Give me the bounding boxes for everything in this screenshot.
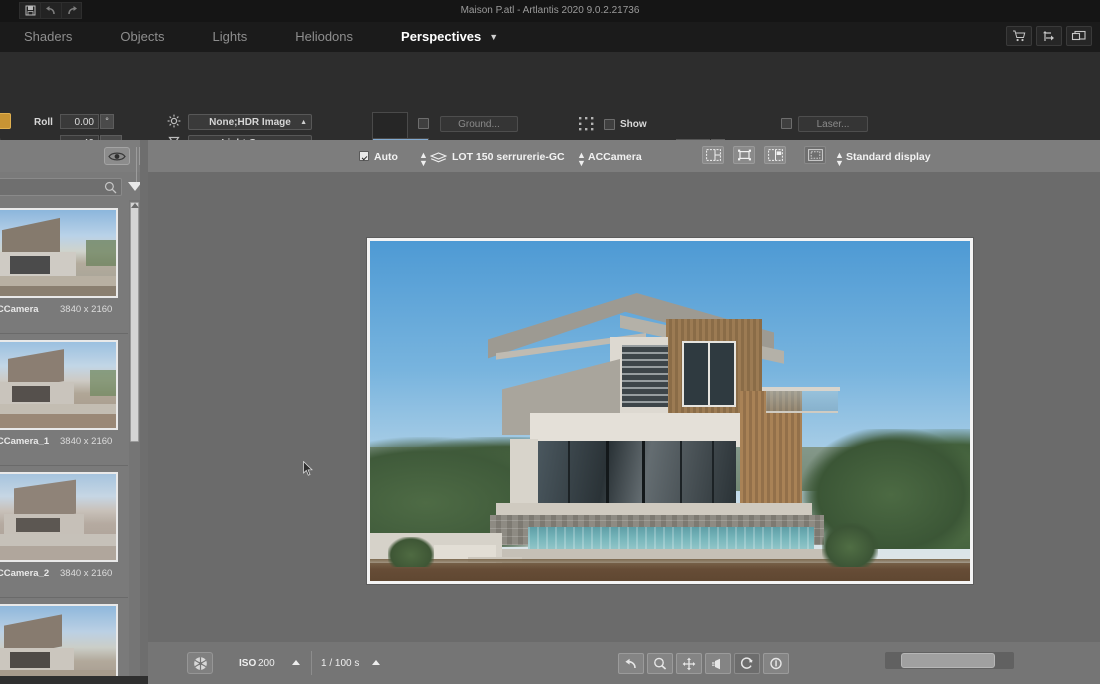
list-item[interactable]: ACCamera 3840 x 2160 xyxy=(0,202,128,334)
property-toolbar: Roll 0.00 ° l 40 mm ACCamera None;HDR Im… xyxy=(0,52,1100,187)
cart-icon[interactable] xyxy=(1006,26,1032,46)
list-item[interactable]: ACCamera_3 3840 x 2160 xyxy=(0,598,128,684)
list-item-resolution: 3840 x 2160 xyxy=(60,304,113,315)
list-item-resolution: 3840 x 2160 xyxy=(60,568,113,579)
half-view-icon[interactable] xyxy=(764,146,786,164)
perspective-thumbnail[interactable] xyxy=(0,472,118,562)
hdr-image-value: None;HDR Image xyxy=(209,117,291,128)
perspective-thumbnail[interactable] xyxy=(0,340,118,430)
menu-right-buttons xyxy=(1006,26,1092,46)
bottom-scrollbar-thumb[interactable] xyxy=(901,653,995,668)
list-item-label: ACCamera_1 xyxy=(0,436,50,447)
iso-label: ISO xyxy=(239,658,257,669)
display-stepper-icon[interactable]: ▲ ▼ xyxy=(835,151,844,168)
roll-label: Roll xyxy=(34,117,53,128)
title-bar-buttons xyxy=(19,2,82,19)
viewbar-camera-value[interactable]: ACCamera xyxy=(588,151,642,163)
menu-item-shaders[interactable]: Shaders xyxy=(10,22,110,52)
menu-item-heliodons[interactable]: Heliodons xyxy=(285,22,391,52)
menu-item-objects[interactable]: Objects xyxy=(110,22,202,52)
duplicate-window-icon[interactable] xyxy=(1066,26,1092,46)
layers-icon xyxy=(429,151,448,169)
sun-icon xyxy=(167,114,181,133)
undo-button[interactable] xyxy=(40,2,61,19)
background-color-swatch[interactable] xyxy=(372,112,408,140)
iso-increase-icon[interactable] xyxy=(292,660,300,665)
bottom-status-bar: ISO 200 1 / 100 s xyxy=(148,642,1100,684)
perspective-list[interactable]: ACCamera 3840 x 2160 ACCamera_1 3840 x 2… xyxy=(0,202,128,684)
shutter-increase-icon[interactable] xyxy=(372,660,380,665)
viewport-toolbar: Auto ▲ ▼ LOT 150 serrurerie-GC ▲ ▼ ACCamer… xyxy=(148,140,1100,172)
viewport-tool-group xyxy=(618,653,789,674)
safe-frame-icon[interactable] xyxy=(804,146,826,164)
laser-checkbox[interactable] xyxy=(781,118,792,129)
auto-label: Auto xyxy=(374,151,398,163)
split-view-icon[interactable] xyxy=(702,146,724,164)
ground-checkbox[interactable] xyxy=(418,118,429,129)
undo-tool-icon[interactable] xyxy=(618,653,644,674)
bottom-divider xyxy=(311,651,312,675)
window-title: Maison P.atl - Artlantis 2020 9.0.2.2173… xyxy=(460,5,640,16)
pan-tool-icon[interactable] xyxy=(676,653,702,674)
transfer-icon[interactable] xyxy=(1036,26,1062,46)
list-item[interactable]: ACCamera_2 3840 x 2160 xyxy=(0,466,128,598)
iso-value[interactable]: 200 xyxy=(258,658,275,669)
layer-stepper-icon[interactable]: ▲ ▼ xyxy=(419,151,428,168)
visibility-icon[interactable] xyxy=(104,147,130,165)
list-item[interactable]: ACCamera_1 3840 x 2160 xyxy=(0,334,128,466)
viewbar-layer-value[interactable]: LOT 150 serrurerie-GC xyxy=(452,151,565,163)
shutter-value[interactable]: 1 / 100 s xyxy=(321,658,359,669)
render-viewport[interactable] xyxy=(148,172,1100,642)
sidebar-scrollbar-thumb[interactable] xyxy=(130,202,139,442)
scroll-up-icon[interactable] xyxy=(131,203,139,208)
perspectives-sidebar: ACCamera 3840 x 2160 ACCamera_1 3840 x 2… xyxy=(0,140,148,684)
sidebar-footer-strip xyxy=(0,676,148,684)
fit-view-icon[interactable] xyxy=(733,146,755,164)
info-tool-icon[interactable] xyxy=(763,653,789,674)
menu-item-perspectives[interactable]: Perspectives xyxy=(391,22,487,52)
chevron-down-icon[interactable]: ▼ xyxy=(489,22,498,52)
light-tool-icon[interactable] xyxy=(705,653,731,674)
aperture-icon[interactable] xyxy=(187,652,213,674)
menu-item-list: Shaders Objects Lights Heliodons Perspec… xyxy=(10,22,498,52)
auto-checkbox[interactable] xyxy=(359,151,369,161)
zoom-tool-icon[interactable] xyxy=(647,653,673,674)
save-button[interactable] xyxy=(19,2,40,19)
refresh-tool-icon[interactable] xyxy=(734,653,760,674)
selection-box-icon xyxy=(579,117,594,136)
display-mode-value[interactable]: Standard display xyxy=(846,151,931,163)
menu-bar: Shaders Objects Lights Heliodons Perspec… xyxy=(0,22,1100,52)
show-checkbox[interactable] xyxy=(604,119,615,130)
updown-arrows-icon: ▲▼ xyxy=(300,119,307,142)
show-label: Show xyxy=(620,119,647,130)
panel-divider[interactable] xyxy=(140,140,148,684)
redo-button[interactable] xyxy=(61,2,82,19)
render-preview-image[interactable] xyxy=(367,238,973,584)
hdr-image-select[interactable]: None;HDR Image ▲▼ xyxy=(188,114,312,142)
roll-input[interactable]: 0.00 xyxy=(60,114,99,129)
sidebar-header xyxy=(0,140,148,183)
perspective-thumbnail[interactable] xyxy=(0,604,118,684)
camera-stepper-icon[interactable]: ▲ ▼ xyxy=(577,151,586,168)
menu-item-lights[interactable]: Lights xyxy=(203,22,286,52)
title-bar: Maison P.atl - Artlantis 2020 9.0.2.2173… xyxy=(0,0,1100,22)
list-item-label: ACCamera xyxy=(0,304,39,315)
bottom-scrollbar-track[interactable] xyxy=(885,652,1014,669)
roll-unit: ° xyxy=(100,114,114,129)
camera-color-button[interactable] xyxy=(0,113,11,129)
laser-button[interactable]: Laser... xyxy=(798,116,868,132)
list-item-label: ACCamera_2 xyxy=(0,568,50,579)
list-item-resolution: 3840 x 2160 xyxy=(60,436,113,447)
ground-button[interactable]: Ground... xyxy=(440,116,518,132)
search-icon xyxy=(104,181,117,199)
mouse-cursor xyxy=(303,460,314,482)
perspective-thumbnail[interactable] xyxy=(0,208,118,298)
